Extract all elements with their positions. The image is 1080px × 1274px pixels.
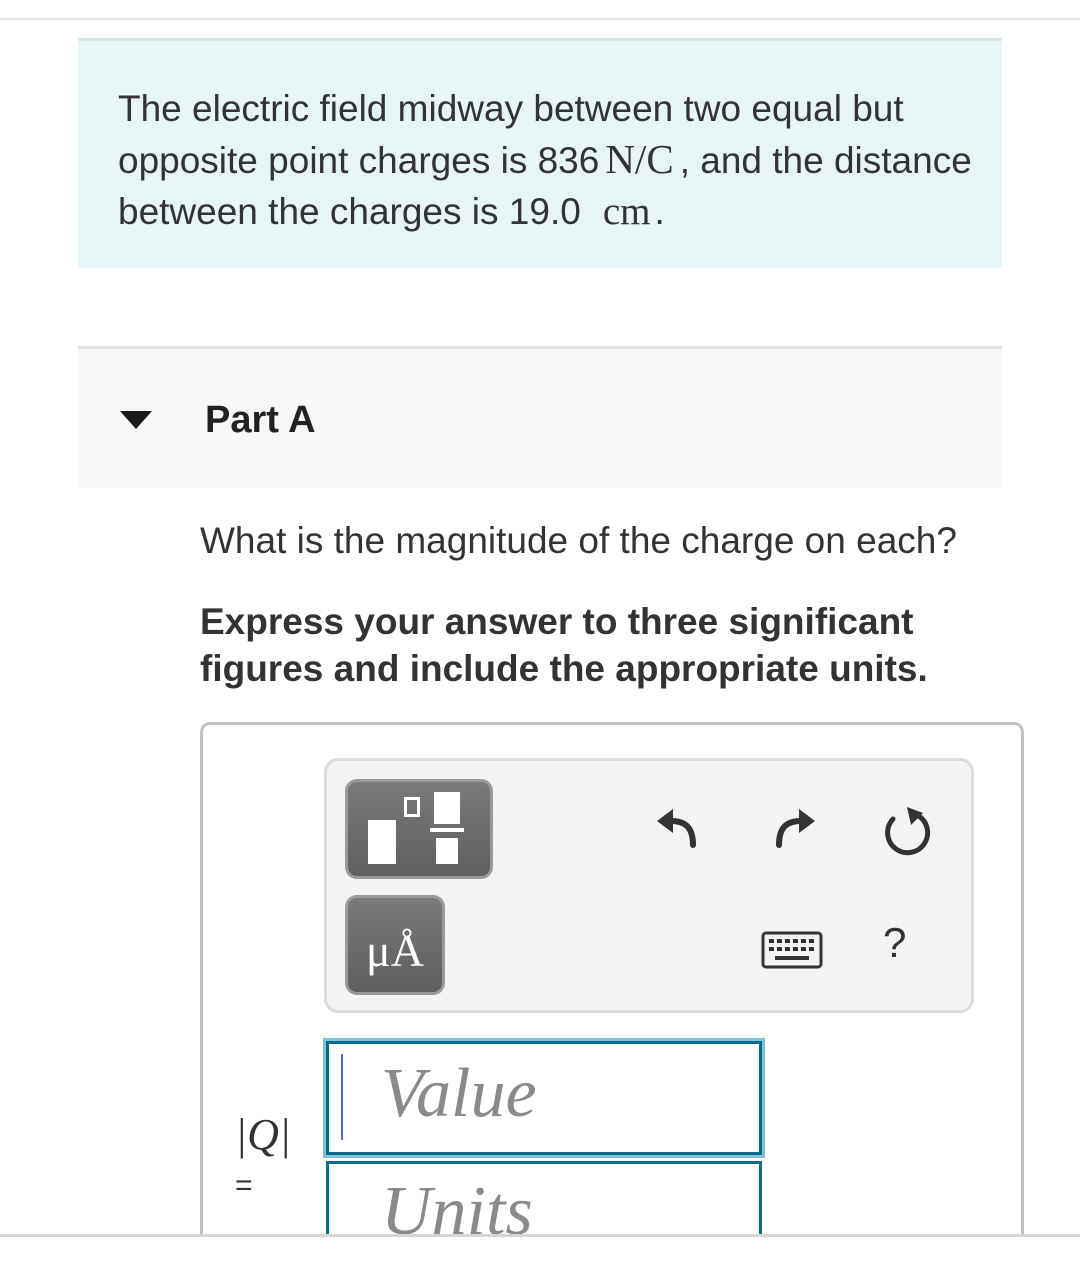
template-fraction-bar: [430, 828, 464, 832]
templates-button[interactable]: [345, 779, 493, 879]
instruction-text: Express your answer to three significant…: [200, 601, 928, 689]
redo-icon[interactable]: [763, 799, 823, 859]
math-toolbar: μÅ ?: [324, 758, 974, 1013]
value-input[interactable]: Value: [326, 1041, 762, 1155]
value-placeholder: Value: [381, 1055, 537, 1132]
question-text: What is the magnitude of the charge on e…: [200, 520, 957, 561]
template-exponent-square: [404, 797, 420, 817]
template-base-square: [368, 820, 396, 864]
top-divider: [0, 18, 1080, 20]
part-title: Part A: [205, 399, 316, 441]
problem-text-part-3: .: [654, 191, 665, 232]
text-cursor: [341, 1054, 343, 1140]
page: The electric field midway between two eq…: [0, 0, 1080, 1274]
field-units: N/C: [605, 136, 674, 182]
reset-icon[interactable]: [877, 801, 937, 861]
units-button[interactable]: μÅ: [345, 895, 445, 995]
bottom-divider: [0, 1234, 1080, 1274]
part-a-header[interactable]: Part A: [78, 346, 1002, 488]
problem-text: The electric field midway between two eq…: [118, 83, 978, 237]
variable-label: |Q|: [235, 1110, 291, 1159]
undo-icon[interactable]: [649, 799, 709, 859]
help-icon[interactable]: ?: [883, 919, 906, 967]
equals-sign: =: [235, 1169, 253, 1202]
keyboard-icon[interactable]: [761, 931, 823, 971]
collapse-caret-icon[interactable]: [120, 411, 152, 429]
answer-box: μÅ ? |Q| = Value Units: [200, 722, 1024, 1274]
problem-intro: The electric field midway between two eq…: [78, 38, 1002, 268]
units-label: μÅ: [366, 925, 424, 976]
template-numerator-square: [434, 792, 460, 824]
distance-units: cm: [602, 190, 651, 233]
template-denominator-square: [436, 838, 458, 864]
